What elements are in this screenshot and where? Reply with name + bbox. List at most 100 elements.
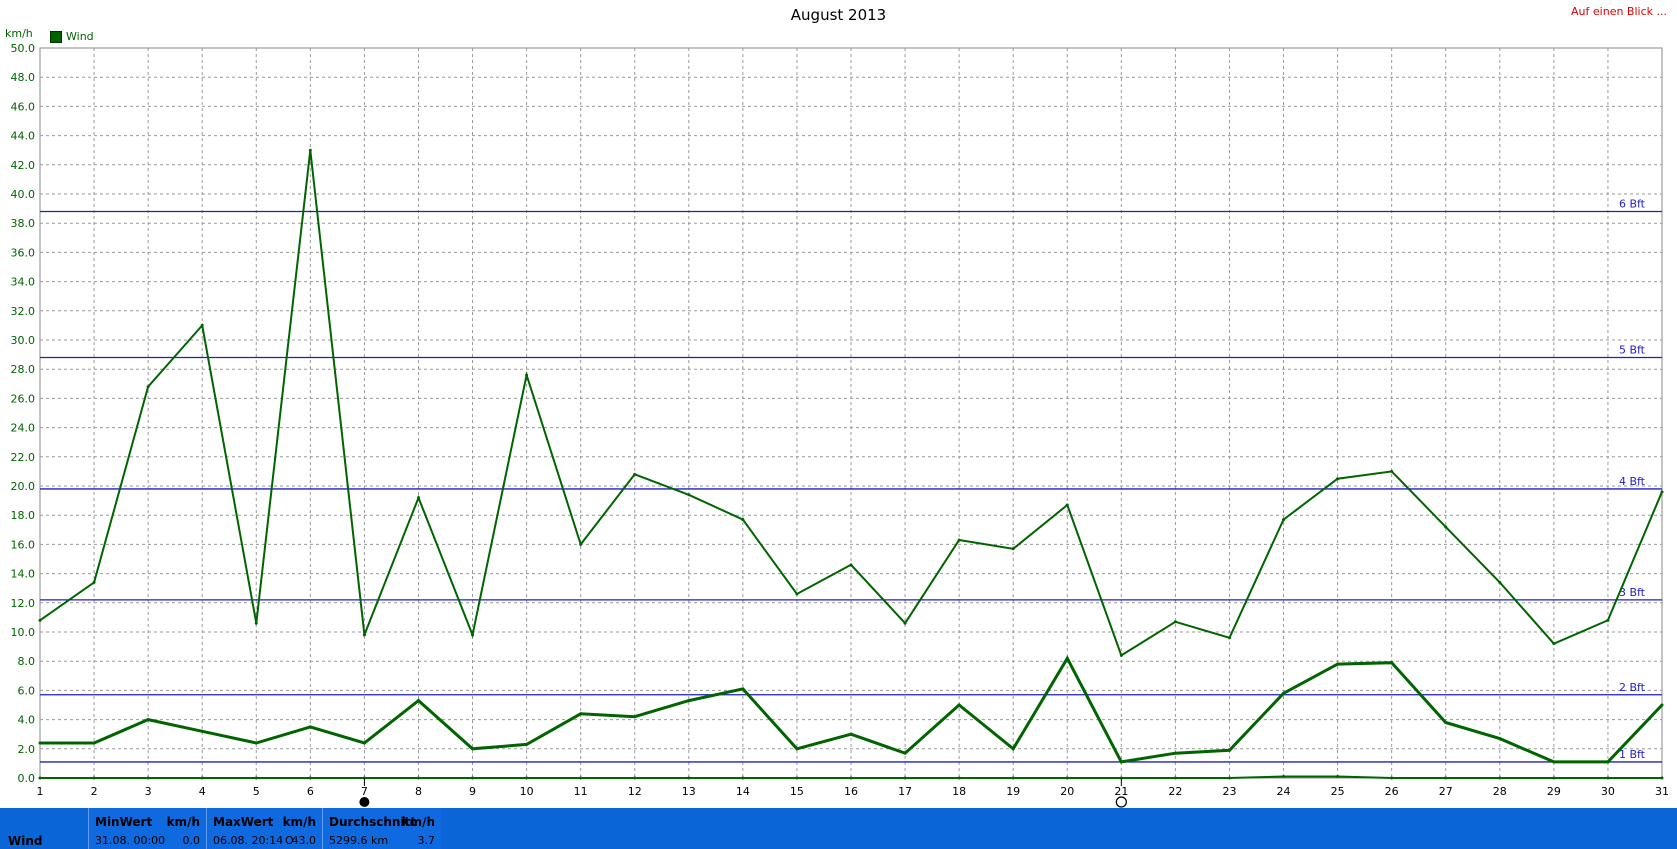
y-tick-label: 44.0 [11, 130, 36, 143]
data-point-average [1119, 760, 1123, 764]
y-tick-label: 38.0 [11, 217, 36, 230]
data-point-min [308, 776, 312, 780]
x-tick-label: 14 [736, 785, 750, 798]
data-point-max [1011, 547, 1015, 551]
x-tick-label: 11 [574, 785, 588, 798]
data-point-max [741, 518, 745, 522]
max-unit: km/h [282, 815, 316, 829]
data-point-max [687, 493, 691, 497]
x-tick-label: 28 [1493, 785, 1507, 798]
data-point-max [146, 385, 150, 389]
data-point-max [1065, 503, 1069, 507]
data-point-max [1336, 477, 1340, 481]
data-point-average [957, 703, 961, 707]
data-point-min [1606, 776, 1610, 780]
data-point-max [1606, 618, 1610, 622]
data-point-min [1065, 776, 1069, 780]
max-date: 06.08. 20:14 [213, 834, 284, 847]
y-tick-label: 20.0 [11, 480, 36, 493]
data-point-min [957, 776, 961, 780]
data-point-average [362, 741, 366, 745]
data-point-min [416, 776, 420, 780]
data-point-average [1660, 703, 1664, 707]
y-tick-label: 28.0 [11, 363, 36, 376]
y-tick-label: 40.0 [11, 188, 36, 201]
x-tick-label: 29 [1547, 785, 1561, 798]
x-tick-label: 10 [520, 785, 534, 798]
data-point-min [92, 776, 96, 780]
data-point-min [1498, 776, 1502, 780]
data-point-max [957, 538, 961, 542]
y-tick-label: 24.0 [11, 422, 36, 435]
x-tick-label: 7 [361, 785, 368, 798]
data-point-average [1336, 662, 1340, 666]
data-point-average [1173, 751, 1177, 755]
x-tick-label: 13 [682, 785, 696, 798]
max-value-cell: MaxWert km/h 06.08. 20:14 O 43.0 [206, 808, 322, 849]
max-header: MaxWert [213, 815, 274, 829]
data-point-average [1552, 760, 1556, 764]
stats-footer: Wind MinWert km/h 31.08. 00:00 0.0 MaxWe… [0, 808, 1677, 849]
data-point-max [1552, 642, 1556, 646]
x-tick-label: 15 [790, 785, 804, 798]
x-tick-label: 18 [952, 785, 966, 798]
y-tick-label: 26.0 [11, 392, 36, 405]
y-tick-label: 10.0 [11, 626, 36, 639]
data-point-min [579, 776, 583, 780]
data-point-max [471, 633, 475, 637]
data-point-average [525, 742, 529, 746]
y-tick-label: 8.0 [18, 655, 36, 668]
y-tick-label: 36.0 [11, 246, 36, 259]
x-tick-label: 16 [844, 785, 858, 798]
data-point-min [687, 776, 691, 780]
max-value: 43.0 [291, 834, 317, 847]
min-value: 0.0 [182, 834, 201, 847]
x-tick-label: 19 [1006, 785, 1020, 798]
data-point-average [633, 715, 637, 719]
x-tick-label: 1 [37, 785, 44, 798]
data-point-average [1011, 747, 1015, 751]
data-point-min [146, 776, 150, 780]
y-tick-label: 34.0 [11, 276, 36, 289]
data-point-max [200, 323, 204, 327]
min-header: MinWert [95, 815, 153, 829]
x-tick-label: 5 [253, 785, 260, 798]
data-point-min [525, 776, 529, 780]
data-point-average [416, 699, 420, 703]
data-point-max [1660, 490, 1664, 494]
avg-unit: km/h [401, 815, 435, 829]
data-point-max [1444, 525, 1448, 529]
data-point-max [579, 542, 583, 546]
min-date: 31.08. 00:00 [95, 834, 166, 847]
y-tick-label: 4.0 [18, 714, 36, 727]
x-tick-label: 23 [1222, 785, 1236, 798]
wind-chart: 0.0 2.0 4.0 6.0 8.0 10.0 12.0 14.0 16.0 18.0 20.0 2… [11, 42, 1669, 808]
data-point-max [1227, 636, 1231, 640]
min-value-cell: MinWert km/h 31.08. 00:00 0.0 [88, 808, 206, 849]
beaufort-label: 1 Bft [1619, 748, 1646, 761]
y-tick-label: 14.0 [11, 568, 36, 581]
data-point-min [1444, 776, 1448, 780]
beaufort-label: 6 Bft [1619, 198, 1646, 211]
beaufort-label: 5 Bft [1619, 344, 1646, 357]
data-point-max [254, 621, 258, 625]
data-point-max [416, 496, 420, 500]
y-tick-label: 0.0 [18, 772, 36, 785]
beaufort-label: 3 Bft [1619, 586, 1646, 599]
footer-row-name: Wind [8, 834, 43, 848]
x-tick-label: 24 [1277, 785, 1291, 798]
data-point-max [795, 592, 799, 596]
x-tick-label: 25 [1331, 785, 1345, 798]
data-point-min [1390, 776, 1394, 780]
avg-value: 3.7 [417, 834, 436, 847]
data-point-max [849, 563, 853, 567]
y-tick-label: 16.0 [11, 538, 36, 551]
x-tick-label: 21 [1114, 785, 1128, 798]
data-point-min [1336, 775, 1340, 779]
data-point-average [579, 712, 583, 716]
data-point-min [849, 776, 853, 780]
data-point-min [254, 776, 258, 780]
data-point-average [92, 741, 96, 745]
data-point-max [633, 472, 637, 476]
y-tick-label: 6.0 [18, 684, 36, 697]
